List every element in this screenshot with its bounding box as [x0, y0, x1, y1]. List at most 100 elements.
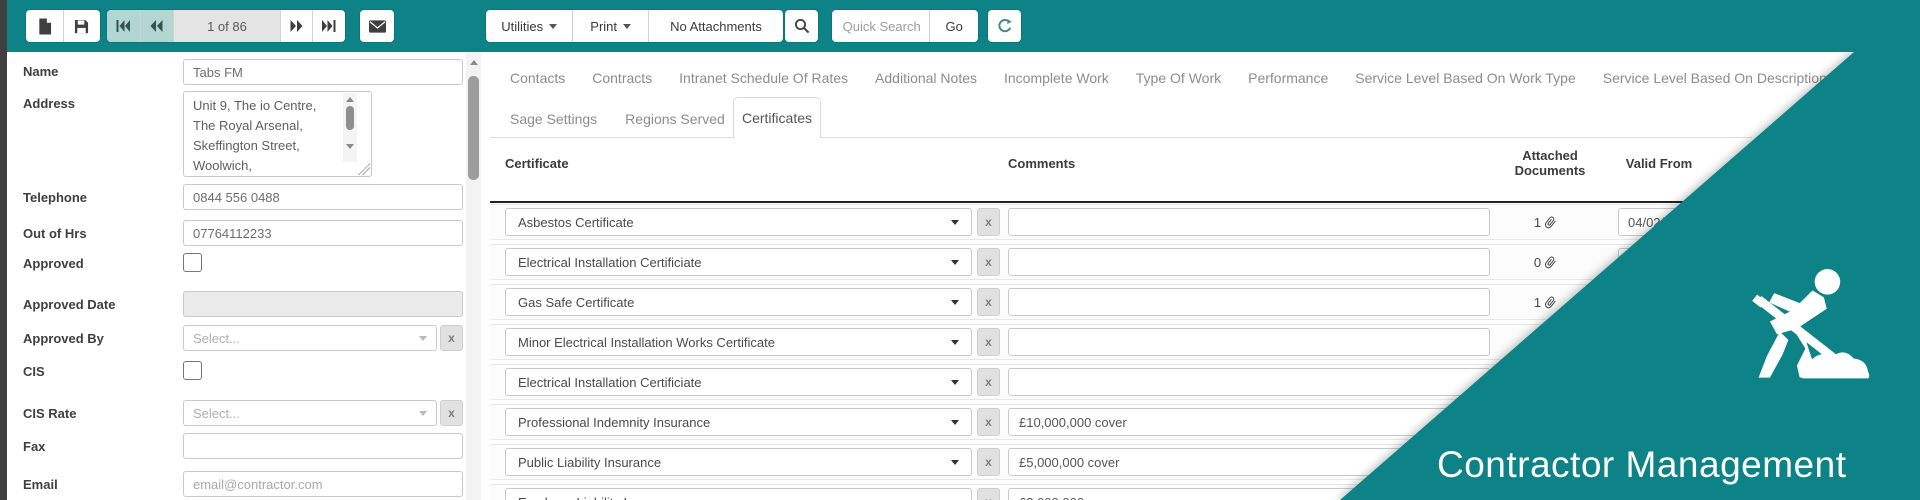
scroll-up-icon[interactable]	[346, 97, 354, 102]
quick-search-group: Go	[832, 10, 978, 42]
clear-certificate-button[interactable]: x	[977, 448, 1000, 476]
search-icon	[794, 18, 810, 34]
cis-checkbox[interactable]	[183, 361, 202, 380]
first-record-button[interactable]	[107, 10, 140, 42]
approved-checkbox[interactable]	[183, 253, 202, 272]
name-input[interactable]	[183, 59, 463, 85]
certificate-value: Professional Indemnity Insurance	[518, 415, 943, 430]
save-button[interactable]	[64, 10, 101, 42]
certificate-select[interactable]: Gas Safe Certificate	[505, 288, 972, 316]
email-input[interactable]	[183, 471, 463, 497]
attached-documents-cell[interactable]: 1	[1490, 208, 1600, 236]
comments-input[interactable]	[1008, 368, 1490, 396]
comments-input[interactable]	[1008, 448, 1490, 476]
tab-intranet-schedule-of-rates[interactable]: Intranet Schedule Of Rates	[679, 70, 848, 86]
utilities-menu-button[interactable]: Utilities	[495, 18, 563, 35]
comments-input[interactable]	[1008, 248, 1490, 276]
attached-documents-cell[interactable]: 1	[1490, 288, 1600, 316]
quick-search-input[interactable]	[833, 19, 929, 34]
scrollbar-thumb[interactable]	[468, 76, 479, 180]
tab-row-2: Sage Settings Regions Served	[510, 111, 725, 127]
address-value: Unit 9, The io Centre, The Royal Arsenal…	[193, 96, 333, 177]
comments-input[interactable]	[1008, 488, 1490, 500]
chevron-down-icon	[623, 24, 631, 29]
clear-certificate-button[interactable]: x	[977, 328, 1000, 356]
comments-input[interactable]	[1008, 208, 1490, 236]
certificate-select[interactable]: Asbestos Certificate	[505, 208, 972, 236]
fax-label: Fax	[23, 439, 45, 454]
attached-documents-column-header: Attached Documents	[1495, 148, 1605, 178]
valid-from-input[interactable]	[1618, 248, 1745, 276]
clear-cis-rate-button[interactable]: x	[440, 400, 463, 426]
address-scrollbar[interactable]	[343, 93, 357, 162]
certificate-select[interactable]: Employer Liability Insurance	[505, 488, 972, 500]
scrollbar-thumb[interactable]	[346, 106, 354, 130]
clear-certificate-button[interactable]: x	[977, 248, 1000, 276]
telephone-input[interactable]	[183, 184, 463, 210]
tab-type-of-work[interactable]: Type Of Work	[1136, 70, 1221, 86]
resize-grip[interactable]	[358, 163, 370, 175]
file-actions-group	[26, 10, 100, 42]
tab-incomplete-work[interactable]: Incomplete Work	[1004, 70, 1109, 86]
record-counter: 1 of 86	[174, 10, 281, 42]
tab-service-level-based-on-description[interactable]: Service Level Based On Description	[1603, 70, 1827, 86]
first-record-icon	[116, 20, 130, 32]
valid-from-input[interactable]	[1618, 488, 1745, 500]
address-textarea[interactable]: Unit 9, The io Centre, The Royal Arsenal…	[183, 91, 372, 177]
chevron-down-icon	[419, 336, 427, 341]
previous-record-button[interactable]	[141, 10, 174, 42]
search-button[interactable]	[785, 10, 818, 42]
attached-documents-cell[interactable]: 0	[1490, 248, 1600, 276]
approved-by-select[interactable]: Select...	[183, 325, 437, 351]
comments-input[interactable]	[1008, 408, 1490, 436]
comments-column-header: Comments	[1008, 156, 1075, 171]
tab-regions-served[interactable]: Regions Served	[625, 111, 725, 127]
tab-sage-settings[interactable]: Sage Settings	[510, 111, 597, 127]
clear-certificate-button[interactable]: x	[977, 208, 1000, 236]
last-record-button[interactable]	[313, 10, 345, 42]
scroll-up-button[interactable]	[466, 54, 481, 70]
tab-additional-notes[interactable]: Additional Notes	[875, 70, 977, 86]
save-icon	[74, 19, 89, 34]
valid-from-input[interactable]	[1618, 368, 1745, 396]
no-attachments-button[interactable]: No Attachments	[664, 18, 768, 35]
clear-certificate-button[interactable]: x	[977, 488, 1000, 500]
tab-certificates[interactable]: Certificates	[733, 97, 821, 138]
certificate-select[interactable]: Minor Electrical Installation Works Cert…	[505, 328, 972, 356]
go-label: Go	[945, 19, 962, 34]
tab-contracts[interactable]: Contracts	[592, 70, 652, 86]
email-group	[360, 10, 394, 42]
comments-input[interactable]	[1008, 328, 1490, 356]
fax-input[interactable]	[183, 433, 463, 459]
certificate-select[interactable]: Public Liability Insurance	[505, 448, 972, 476]
print-menu-button[interactable]: Print	[584, 18, 637, 35]
valid-from-input[interactable]	[1618, 408, 1745, 436]
valid-from-input[interactable]	[1618, 328, 1745, 356]
scroll-down-icon[interactable]	[346, 144, 354, 149]
panel-scrollbar[interactable]	[466, 52, 481, 500]
go-button[interactable]: Go	[939, 18, 968, 35]
refresh-button[interactable]	[988, 10, 1021, 42]
certificate-select[interactable]: Professional Indemnity Insurance	[505, 408, 972, 436]
clear-certificate-button[interactable]: x	[977, 368, 1000, 396]
tab-performance[interactable]: Performance	[1248, 70, 1328, 86]
clear-certificate-button[interactable]: x	[977, 408, 1000, 436]
next-record-button[interactable]	[281, 10, 313, 42]
tab-service-level-based-on-work-type[interactable]: Service Level Based On Work Type	[1355, 70, 1575, 86]
chevron-down-icon	[951, 420, 959, 425]
attachment-count: 1	[1534, 215, 1541, 230]
cis-rate-select[interactable]: Select...	[183, 400, 437, 426]
out-of-hrs-input[interactable]	[183, 220, 463, 246]
tab-contacts[interactable]: Contacts	[510, 70, 565, 86]
certificate-select[interactable]: Electrical Installation Certificiate	[505, 248, 972, 276]
comments-input[interactable]	[1008, 288, 1490, 316]
clear-approved-by-button[interactable]: x	[440, 325, 463, 351]
clear-certificate-button[interactable]: x	[977, 288, 1000, 316]
valid-from-input[interactable]	[1618, 288, 1745, 316]
table-row: Employer Liability Insurance x	[490, 484, 1745, 500]
print-label: Print	[590, 19, 617, 34]
valid-from-input[interactable]	[1618, 208, 1745, 236]
certificate-select[interactable]: Electrical Installation Certificiate	[505, 368, 972, 396]
new-record-button[interactable]	[26, 10, 63, 42]
email-button[interactable]	[360, 10, 394, 42]
